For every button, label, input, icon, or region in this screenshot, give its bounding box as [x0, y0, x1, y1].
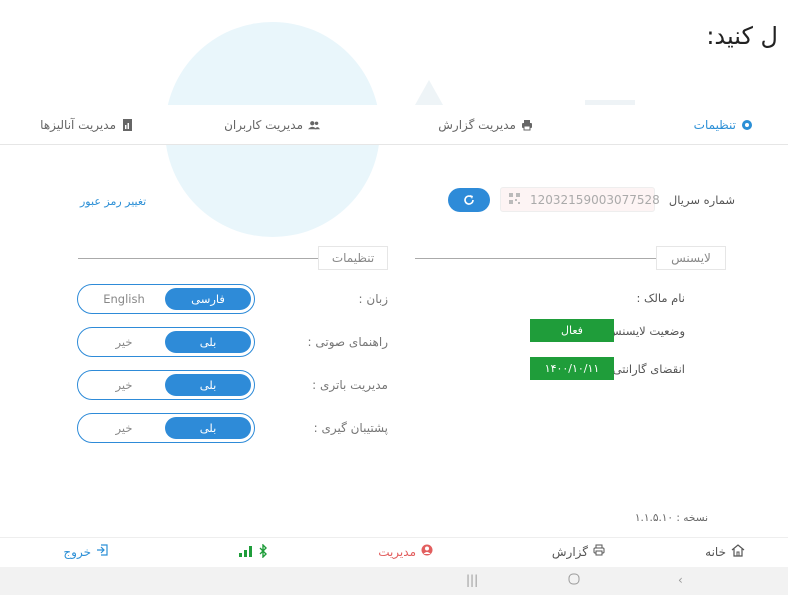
- owner-label: نام مالک :: [636, 291, 685, 305]
- settings-section-title: تنظیمات: [318, 246, 388, 270]
- bluetooth-icon: [258, 543, 268, 561]
- language-option-farsi[interactable]: فارسی: [165, 288, 251, 310]
- nav-home[interactable]: خانه: [705, 544, 745, 560]
- users-icon: [308, 119, 320, 131]
- logout-icon: [96, 544, 108, 559]
- tab-label: مدیریت گزارش: [438, 118, 516, 132]
- home-icon: [731, 544, 745, 560]
- serial-number-field[interactable]: 12032159003077528: [500, 187, 660, 212]
- backup-no[interactable]: خیر: [81, 417, 167, 439]
- license-status-badge: فعال: [530, 319, 614, 342]
- qr-code-icon: [509, 192, 520, 207]
- system-navigation-bar: ||| ‹: [0, 567, 788, 595]
- tab-label: تنظیمات: [693, 118, 736, 132]
- language-label: زبان :: [358, 292, 388, 306]
- nav-manage[interactable]: مدیریت: [378, 544, 433, 559]
- backup-yes[interactable]: بلی: [165, 417, 251, 439]
- refresh-icon: [463, 191, 475, 210]
- serial-value: 12032159003077528: [530, 192, 660, 207]
- voice-guide-toggle[interactable]: بلی خیر: [77, 327, 255, 357]
- back-icon[interactable]: ‹: [678, 573, 683, 587]
- tab-user-management[interactable]: مدیریت کاربران: [224, 115, 320, 135]
- serial-label: شماره سریال: [668, 193, 735, 207]
- warranty-expiry-value: ۱۴۰۰/۱۰/۱۱: [530, 357, 614, 380]
- language-option-english[interactable]: English: [81, 288, 167, 310]
- battery-management-yes[interactable]: بلی: [165, 374, 251, 396]
- voice-guide-no[interactable]: خیر: [81, 331, 167, 353]
- nav-home-label: خانه: [705, 545, 726, 559]
- refresh-serial-button[interactable]: [448, 188, 490, 212]
- tab-report-management[interactable]: مدیریت گزارش: [438, 115, 533, 135]
- signal-icon: [239, 545, 253, 560]
- tab-label: مدیریت کاربران: [224, 118, 303, 132]
- battery-management-toggle[interactable]: بلی خیر: [77, 370, 255, 400]
- gear-icon: [741, 119, 753, 131]
- printer-icon: [521, 119, 533, 131]
- settings-divider: [78, 258, 318, 259]
- background-watermark-shape: [415, 80, 443, 105]
- tab-settings[interactable]: تنظیمات: [694, 115, 753, 135]
- printer-icon: [593, 544, 605, 559]
- tab-analysis-management[interactable]: مدیریت آنالیزها: [40, 115, 133, 135]
- battery-management-no[interactable]: خیر: [81, 374, 167, 396]
- instruction-fragment: ل کنید:: [706, 22, 778, 50]
- nav-logout-label: خروج: [63, 544, 91, 559]
- status-indicators: [239, 543, 268, 561]
- user-circle-icon: [421, 544, 433, 559]
- document-icon: [121, 119, 133, 131]
- nav-logout[interactable]: خروج: [63, 544, 108, 559]
- backup-toggle[interactable]: بلی خیر: [77, 413, 255, 443]
- nav-report-label: گزارش: [551, 544, 588, 559]
- license-divider: [415, 258, 658, 259]
- voice-guide-label: راهنمای صوتی :: [307, 335, 388, 349]
- nav-report[interactable]: گزارش: [552, 544, 605, 559]
- voice-guide-yes[interactable]: بلی: [165, 331, 251, 353]
- license-section-title: لایسنس: [656, 246, 726, 270]
- language-toggle[interactable]: فارسی English: [77, 284, 255, 314]
- tab-label: مدیریت آنالیزها: [40, 118, 116, 132]
- warranty-expiry-label: انقضای گارانتی :: [605, 362, 685, 376]
- change-password-link[interactable]: تغییر رمز عبور: [80, 195, 146, 208]
- nav-manage-label: مدیریت: [378, 544, 416, 559]
- recent-apps-icon[interactable]: |||: [466, 573, 478, 587]
- version-label: نسخه : ۱.۱.۵.۱۰: [634, 512, 708, 524]
- top-tab-bar: تنظیمات مدیریت گزارش مدیریت کاربران مدیر…: [0, 105, 788, 145]
- battery-management-label: مدیریت باتری :: [312, 378, 388, 392]
- backup-label: پشتیبان گیری :: [313, 421, 388, 435]
- bottom-nav: خانه گزارش مدیریت خروج: [0, 537, 788, 567]
- home-circle-icon[interactable]: [568, 573, 580, 588]
